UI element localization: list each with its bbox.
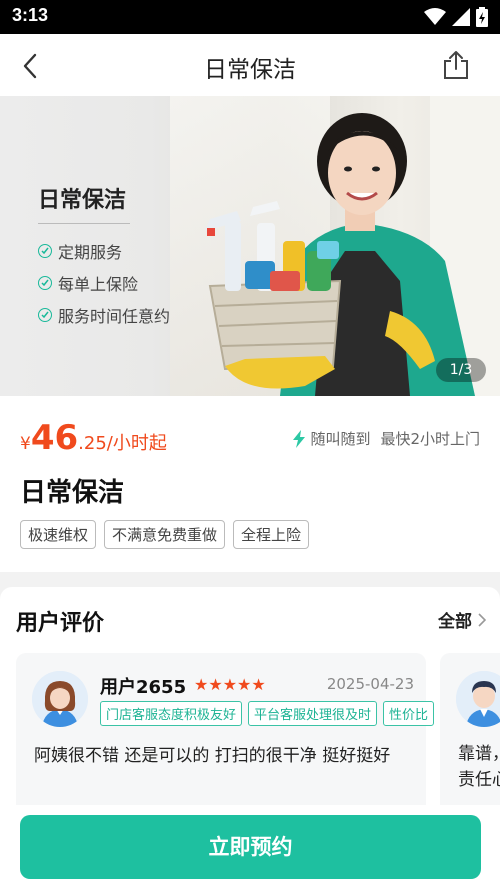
status-bar: 3:13	[0, 0, 500, 34]
review-date: 2025-04-23	[326, 675, 414, 693]
banner-carousel[interactable]: 日常保洁 定期服务 每单上保险 服务时间任意约 1/3	[0, 96, 500, 396]
product-tag: 全程上险	[233, 520, 310, 549]
banner-feature: 每单上保险	[38, 271, 138, 295]
price-decimal: .25	[78, 433, 107, 454]
product-info: ¥ 46 .25 /小时起 随叫随到 最快2小时上门 日常保洁 极速维权 不满意…	[0, 396, 500, 572]
product-name: 日常保洁	[20, 478, 125, 508]
review-tags: 门店客服态度积极友好 平台客服处理很及时 性价比	[100, 701, 435, 726]
banner-feature-label: 每单上保险	[58, 275, 139, 294]
book-now-button[interactable]: 立即预约	[20, 815, 481, 879]
check-icon	[38, 244, 52, 258]
reviews-all-link[interactable]: 全部	[438, 607, 486, 632]
banner-feature-label: 定期服务	[58, 243, 123, 262]
avatar	[456, 671, 500, 727]
bottom-action-bar: 立即预约	[0, 805, 500, 889]
arrival-fastest: 最快2小时上门	[380, 430, 480, 448]
price: ¥ 46 .25 /小时起	[20, 418, 167, 458]
check-icon	[38, 276, 52, 290]
nav-bar: 日常保洁	[0, 34, 500, 96]
price-integer: 46	[30, 418, 79, 458]
banner-feature-label: 服务时间任意约	[58, 307, 171, 326]
review-card[interactable]: 用户2655 ★★★★★ 2025-04-23 门店客服态度积极友好 平台客服处…	[16, 653, 435, 817]
review-card[interactable]: 靠谱，责任心	[440, 653, 500, 817]
review-text: 阿姨很不错 还是可以的 打扫的很干净 挺好挺好	[34, 746, 391, 766]
cleaner-photo	[205, 113, 475, 396]
carousel-pager: 1/3	[436, 358, 486, 382]
review-user-name: 用户2655	[100, 677, 187, 698]
status-icons	[424, 6, 488, 28]
product-tag: 极速维权	[20, 520, 97, 549]
banner-divider	[38, 223, 130, 224]
status-time: 3:13	[12, 5, 49, 25]
reviews-title: 用户评价	[16, 611, 105, 636]
banner-title: 日常保洁	[38, 188, 127, 213]
signal-icon	[452, 8, 470, 26]
check-icon	[38, 308, 52, 322]
product-tag: 不满意免费重做	[104, 520, 226, 549]
share-button[interactable]	[440, 48, 472, 82]
page-title: 日常保洁	[204, 57, 296, 83]
price-unit: /小时起	[106, 433, 167, 454]
banner-feature: 定期服务	[38, 239, 122, 263]
wifi-icon	[424, 8, 446, 25]
review-tag: 门店客服态度积极友好	[100, 701, 243, 726]
share-icon	[444, 51, 468, 79]
chevron-right-icon	[478, 612, 486, 627]
review-text: 靠谱，责任心	[458, 744, 500, 790]
battery-icon	[476, 7, 488, 27]
product-tags: 极速维权 不满意免费重做 全程上险	[20, 520, 310, 549]
lightning-icon	[293, 429, 306, 448]
avatar	[32, 671, 88, 727]
arrival-label: 随叫随到	[310, 430, 371, 448]
arrival-info: 随叫随到 最快2小时上门	[292, 428, 480, 449]
review-tag: 平台客服处理很及时	[248, 701, 378, 726]
review-tag: 性价比	[383, 701, 435, 726]
banner-feature: 服务时间任意约	[38, 303, 170, 327]
price-currency: ¥	[20, 434, 31, 454]
reviews-section: 用户评价 全部 用户2655 ★★★★★ 2025-04-23 门店客服态度积极…	[0, 587, 500, 817]
star-rating: ★★★★★	[194, 675, 266, 694]
reviews-all-label: 全部	[438, 612, 472, 632]
